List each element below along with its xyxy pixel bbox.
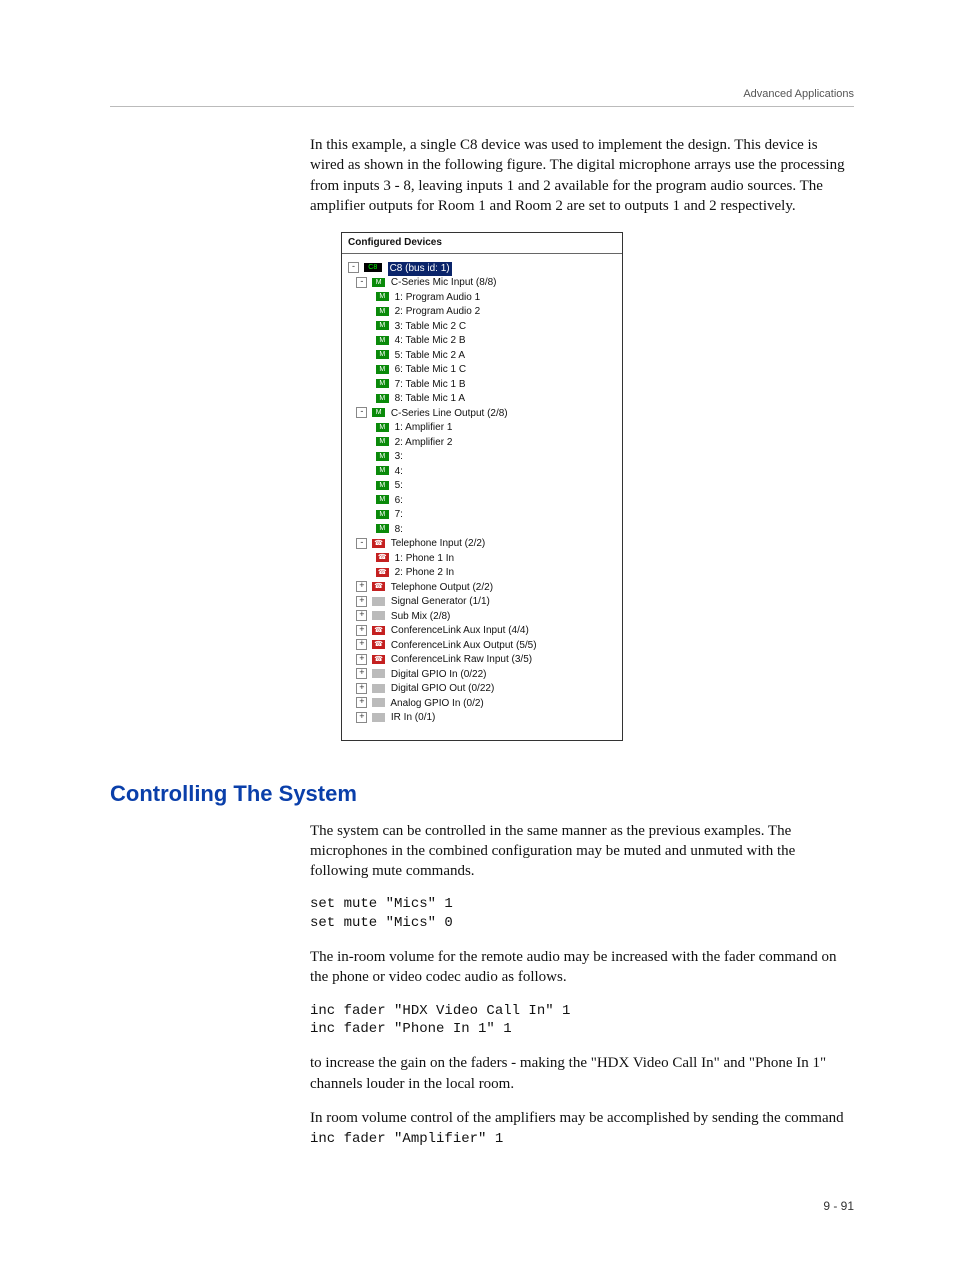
- code-block-2: inc fader "HDX Video Call In" 1 inc fade…: [310, 1002, 854, 1040]
- tree-item[interactable]: 7: Table Mic 1 B: [395, 379, 466, 390]
- section-heading: Controlling The System: [110, 781, 854, 807]
- configured-devices-title: Configured Devices: [342, 233, 622, 254]
- tree-group[interactable]: Telephone Output (2/2): [391, 582, 493, 593]
- tree-item[interactable]: 5:: [395, 480, 403, 491]
- tree-item[interactable]: 4:: [395, 466, 403, 477]
- header-rule: [110, 106, 854, 107]
- tree-item[interactable]: 7:: [395, 509, 403, 520]
- tree-item[interactable]: 1: Program Audio 1: [395, 292, 481, 303]
- tree-item[interactable]: 2: Amplifier 2: [395, 437, 453, 448]
- tree-item[interactable]: 2: Program Audio 2: [395, 306, 481, 317]
- tree-group[interactable]: ConferenceLink Aux Input (4/4): [391, 625, 529, 636]
- tree-item[interactable]: 4: Table Mic 2 B: [395, 335, 466, 346]
- device-tree: - C8 C8 (bus id: 1) - M C-Series Mic Inp…: [342, 254, 622, 740]
- tree-group[interactable]: Telephone Input (2/2): [391, 538, 486, 549]
- code-block-3: inc fader "Amplifier" 1: [310, 1130, 854, 1149]
- tree-group[interactable]: ConferenceLink Raw Input (3/5): [391, 654, 532, 665]
- code-block-1: set mute "Mics" 1 set mute "Mics" 0: [310, 895, 854, 933]
- tree-group[interactable]: Digital GPIO Out (0/22): [391, 683, 494, 694]
- page-number: 9 - 91: [110, 1199, 854, 1213]
- tree-item[interactable]: 3:: [395, 451, 403, 462]
- section-para-4: In room volume control of the amplifiers…: [310, 1108, 854, 1128]
- tree-group[interactable]: Analog GPIO In (0/2): [390, 698, 483, 709]
- tree-root[interactable]: C8 (bus id: 1): [388, 262, 452, 277]
- tree-item[interactable]: 5: Table Mic 2 A: [395, 350, 465, 361]
- configured-devices-panel: Configured Devices - C8 C8 (bus id: 1) -…: [341, 232, 623, 741]
- tree-item[interactable]: 2: Phone 2 In: [395, 567, 455, 578]
- page-header-chapter: Advanced Applications: [110, 88, 854, 100]
- tree-item[interactable]: 8:: [395, 524, 403, 535]
- tree-item[interactable]: 6:: [395, 495, 403, 506]
- tree-group[interactable]: Signal Generator (1/1): [391, 596, 490, 607]
- tree-item[interactable]: 1: Amplifier 1: [395, 422, 453, 433]
- section-para-1: The system can be controlled in the same…: [310, 821, 854, 882]
- tree-group[interactable]: C-Series Line Output (2/8): [391, 408, 508, 419]
- section-para-3: to increase the gain on the faders - mak…: [310, 1053, 854, 1094]
- tree-group[interactable]: ConferenceLink Aux Output (5/5): [391, 640, 537, 651]
- intro-paragraph: In this example, a single C8 device was …: [310, 135, 854, 216]
- tree-group[interactable]: C-Series Mic Input (8/8): [391, 277, 497, 288]
- tree-item[interactable]: 8: Table Mic 1 A: [395, 393, 465, 404]
- tree-group[interactable]: Sub Mix (2/8): [391, 611, 450, 622]
- tree-item[interactable]: 1: Phone 1 In: [395, 553, 455, 564]
- tree-group[interactable]: IR In (0/1): [391, 712, 435, 723]
- tree-item[interactable]: 6: Table Mic 1 C: [395, 364, 467, 375]
- section-para-2: The in-room volume for the remote audio …: [310, 947, 854, 988]
- tree-group[interactable]: Digital GPIO In (0/22): [391, 669, 487, 680]
- tree-item[interactable]: 3: Table Mic 2 C: [395, 321, 467, 332]
